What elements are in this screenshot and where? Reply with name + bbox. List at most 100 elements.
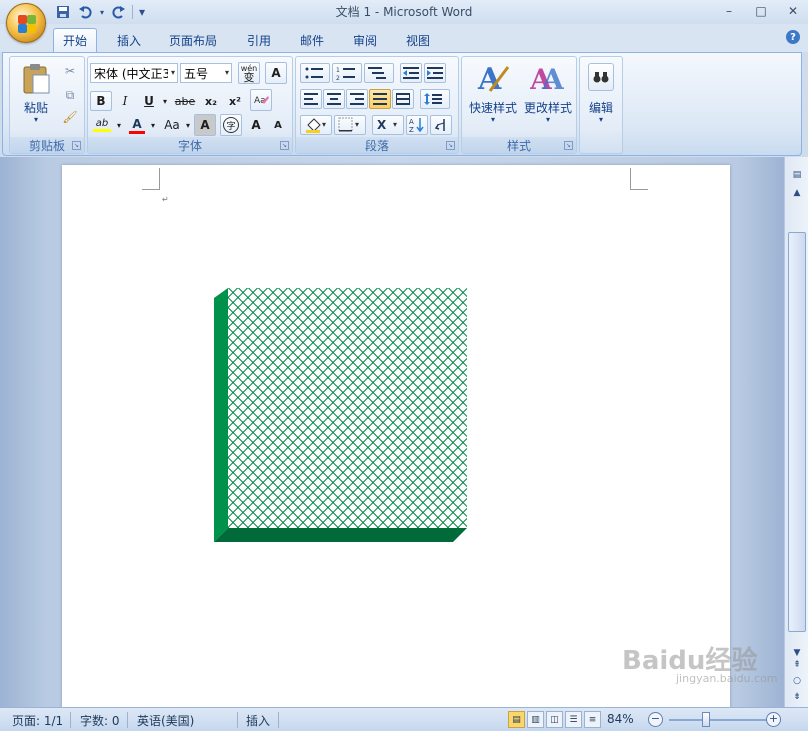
change-case-button[interactable]: Aa: [160, 115, 184, 135]
page-count[interactable]: 页面: 1/1: [12, 712, 63, 729]
ruler-toggle-icon[interactable]: ▤: [788, 167, 806, 183]
line-spacing-button[interactable]: [420, 89, 450, 109]
bullets-button[interactable]: [300, 63, 330, 83]
editing-button[interactable]: 编辑 ▾: [582, 59, 620, 149]
cut-icon[interactable]: ✂: [60, 61, 80, 81]
strikethrough-button[interactable]: abe: [172, 91, 198, 111]
font-color-button[interactable]: A: [126, 115, 148, 135]
full-screen-reading-view-icon[interactable]: ▥: [527, 711, 544, 728]
shape-face[interactable]: [228, 288, 467, 528]
highlight-dropdown-icon[interactable]: ▾: [114, 115, 124, 135]
tab-home[interactable]: 开始: [53, 28, 97, 52]
grow-font-button[interactable]: A: [246, 115, 266, 135]
tab-page-layout[interactable]: 页面布局: [160, 28, 226, 52]
highlight-button[interactable]: ab: [90, 115, 114, 135]
font-size-select[interactable]: 五号 ▾: [180, 63, 232, 83]
window-title: 文档 1 - Microsoft Word: [335, 5, 473, 19]
vertical-scrollbar[interactable]: ▤ ▲ ▼ ⇞ ○ ⇟: [784, 157, 808, 707]
tab-references[interactable]: 引用: [238, 28, 280, 52]
italic-button[interactable]: I: [114, 91, 136, 111]
tab-mailings[interactable]: 邮件: [291, 28, 333, 52]
format-painter-icon[interactable]: 🖌: [60, 107, 80, 127]
zoom-level[interactable]: 84%: [607, 712, 634, 726]
tab-review[interactable]: 审阅: [344, 28, 386, 52]
change-styles-icon: A A: [530, 63, 565, 95]
office-button[interactable]: [6, 3, 46, 43]
zoom-slider-thumb[interactable]: [702, 712, 710, 727]
font-name-select[interactable]: 宋体 (中文正3 ▾: [90, 63, 178, 83]
paste-button[interactable]: 粘贴 ▾: [14, 61, 58, 133]
paste-label: 粘贴: [23, 101, 48, 115]
copy-icon[interactable]: ⧉: [60, 85, 80, 105]
scroll-up-icon[interactable]: ▲: [788, 185, 806, 201]
tab-insert[interactable]: 插入: [108, 28, 150, 52]
language[interactable]: 英语(美国): [137, 712, 194, 729]
web-layout-view-icon[interactable]: ◫: [546, 711, 563, 728]
minimize-button[interactable]: –: [720, 2, 738, 20]
word-count[interactable]: 字数: 0: [80, 712, 120, 729]
previous-page-icon[interactable]: ⇞: [788, 657, 806, 673]
office-logo-icon-part: [27, 24, 36, 33]
clear-formatting-button[interactable]: Aa: [250, 89, 272, 111]
zoom-slider-track[interactable]: [669, 719, 769, 721]
align-left-icon: [304, 93, 318, 105]
next-page-icon[interactable]: ⇟: [788, 689, 806, 705]
paste-dropdown-icon: ▾: [33, 115, 38, 124]
underline-dropdown-icon[interactable]: ▾: [160, 91, 170, 111]
align-left-button[interactable]: [300, 89, 322, 109]
font-color-icon: A: [132, 116, 142, 131]
superscript-button[interactable]: x²: [224, 91, 246, 111]
align-right-button[interactable]: [346, 89, 368, 109]
character-shading-button[interactable]: A: [194, 114, 216, 136]
align-center-button[interactable]: [323, 89, 345, 109]
draft-view-icon[interactable]: ≡: [584, 711, 601, 728]
enclose-characters-button[interactable]: 字: [220, 114, 242, 136]
zoom-in-icon[interactable]: +: [766, 712, 781, 727]
underline-button[interactable]: U: [138, 91, 160, 111]
font-launcher-icon[interactable]: ↘: [280, 141, 289, 150]
multilevel-list-button[interactable]: [364, 63, 394, 83]
character-border-button[interactable]: A: [265, 62, 287, 84]
asian-layout-button[interactable]: X ▾: [372, 115, 404, 135]
outline-view-icon[interactable]: ☰: [565, 711, 582, 728]
svg-text:Z: Z: [409, 126, 414, 133]
help-icon[interactable]: ?: [786, 30, 800, 44]
paragraph-group: 12 ▾ ▾ X ▾ A Z 段落 ↘: [295, 56, 459, 154]
select-browse-object-icon[interactable]: ○: [788, 673, 806, 689]
zoom-out-icon[interactable]: −: [648, 712, 663, 727]
decrease-indent-button[interactable]: [400, 63, 422, 83]
shading-button[interactable]: ▾: [300, 115, 332, 135]
change-styles-button[interactable]: A A 更改样式 ▾: [520, 59, 576, 135]
svg-text:▾: ▾: [322, 120, 326, 129]
maximize-button[interactable]: □: [752, 2, 770, 20]
increase-indent-button[interactable]: [424, 63, 446, 83]
close-button[interactable]: ✕: [784, 2, 802, 20]
paragraph-launcher-icon[interactable]: ↘: [446, 141, 455, 150]
status-separator: [70, 712, 71, 728]
subscript-button[interactable]: x₂: [200, 91, 222, 111]
styles-launcher-icon[interactable]: ↘: [564, 141, 573, 150]
phonetic-guide-button[interactable]: wén 变: [238, 62, 260, 84]
shrink-font-button[interactable]: A: [268, 115, 288, 135]
insert-mode[interactable]: 插入: [246, 712, 270, 729]
quick-styles-button[interactable]: A 快速样式 ▾: [466, 59, 520, 135]
tab-view[interactable]: 视图: [397, 28, 439, 52]
clipboard-launcher-icon[interactable]: ↘: [72, 141, 81, 150]
print-layout-view-icon[interactable]: ▤: [508, 711, 525, 728]
clear-formatting-icon: Aa: [254, 96, 269, 106]
font-name-value: 宋体 (中文正3: [94, 66, 168, 81]
borders-button[interactable]: ▾: [334, 115, 366, 135]
paragraph-mark-icon: [434, 119, 445, 131]
font-color-bar: [129, 130, 145, 134]
font-color-dropdown-icon[interactable]: ▾: [148, 115, 158, 135]
quick-styles-label: 快速样式: [468, 101, 517, 115]
align-center-icon: [327, 93, 341, 105]
show-marks-button[interactable]: [430, 115, 452, 135]
distributed-button[interactable]: [392, 89, 414, 109]
scrollbar-thumb[interactable]: [788, 232, 806, 632]
sort-button[interactable]: AZ: [406, 115, 428, 135]
bold-button[interactable]: B: [90, 91, 112, 111]
justify-button[interactable]: [369, 89, 391, 109]
change-case-dropdown-icon[interactable]: ▾: [184, 115, 192, 135]
numbering-button[interactable]: 12: [332, 63, 362, 83]
